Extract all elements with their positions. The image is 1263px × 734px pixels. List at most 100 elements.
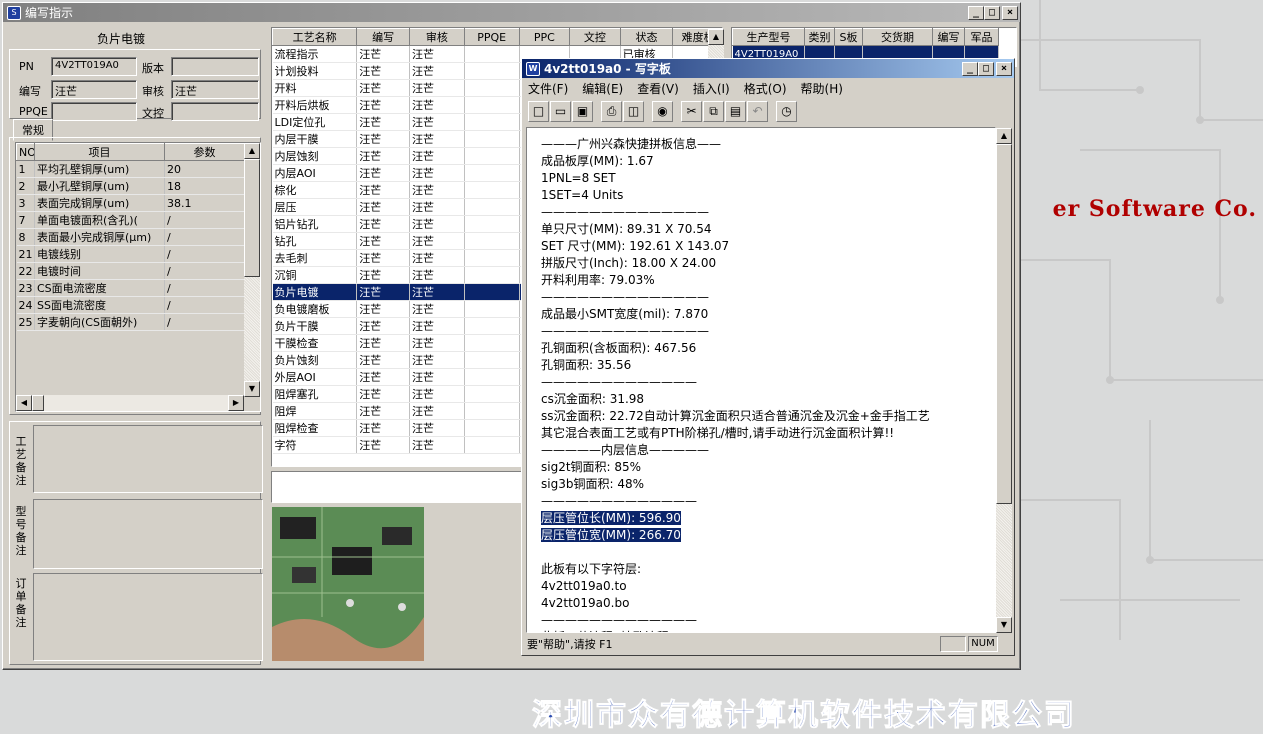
param-value[interactable]: /: [164, 296, 245, 314]
process-author[interactable]: 汪芒: [356, 113, 410, 131]
wordpad-menu-item[interactable]: 编辑(E): [582, 80, 623, 97]
process-reviewer[interactable]: 汪芒: [409, 198, 465, 216]
cut-icon[interactable]: ✂: [681, 100, 702, 122]
col-value[interactable]: 参数: [164, 143, 245, 161]
process-empty-cell[interactable]: [464, 45, 520, 63]
process-empty-cell[interactable]: [464, 147, 520, 165]
process-author[interactable]: 汪芒: [356, 147, 410, 165]
param-item[interactable]: 表面完成铜厚(um): [34, 194, 165, 212]
order-col-header[interactable]: 编写: [932, 28, 965, 46]
order-col-header[interactable]: 类别: [804, 28, 835, 46]
process-empty-cell[interactable]: [464, 164, 520, 182]
ppqe-field[interactable]: [51, 102, 137, 121]
process-name[interactable]: 内层干膜: [272, 130, 358, 148]
print-icon[interactable]: ⎙: [601, 100, 622, 122]
wordpad-menu-item[interactable]: 文件(F): [528, 80, 568, 97]
param-value[interactable]: 20: [164, 160, 245, 178]
process-name[interactable]: 层压: [272, 198, 358, 216]
process-name[interactable]: 负片电镀: [272, 283, 358, 301]
process-author[interactable]: 汪芒: [356, 215, 410, 233]
param-no[interactable]: 3: [16, 194, 35, 212]
process-note-input[interactable]: [271, 471, 525, 503]
wordpad-menu-item[interactable]: 插入(I): [693, 80, 730, 97]
main-titlebar[interactable]: S 编写指示 _ □ ×: [3, 3, 1020, 22]
order-col-header[interactable]: 军品: [964, 28, 999, 46]
param-value[interactable]: 38.1: [164, 194, 245, 212]
param-value[interactable]: /: [164, 245, 245, 263]
param-no[interactable]: 22: [16, 262, 35, 280]
param-value[interactable]: 18: [164, 177, 245, 195]
process-reviewer[interactable]: 汪芒: [409, 181, 465, 199]
process-name[interactable]: 内层蚀刻: [272, 147, 358, 165]
process-reviewer[interactable]: 汪芒: [409, 232, 465, 250]
scroll-thumb[interactable]: [244, 159, 260, 277]
wordpad-close-button[interactable]: ×: [996, 61, 1012, 76]
minimize-button[interactable]: _: [968, 5, 984, 20]
param-value[interactable]: /: [164, 228, 245, 246]
process-name[interactable]: 沉铜: [272, 266, 358, 284]
scroll-down-icon[interactable]: ▼: [996, 617, 1012, 633]
param-no[interactable]: 2: [16, 177, 35, 195]
wordpad-menu-item[interactable]: 格式(O): [744, 80, 787, 97]
process-empty-cell[interactable]: [464, 96, 520, 114]
scroll-right-icon[interactable]: ▶: [228, 395, 244, 411]
process-reviewer[interactable]: 汪芒: [409, 300, 465, 318]
wordpad-menu-item[interactable]: 帮助(H): [801, 80, 843, 97]
process-reviewer[interactable]: 汪芒: [409, 164, 465, 182]
params-vscroll[interactable]: ▲ ▼: [244, 143, 260, 397]
process-name[interactable]: LDI定位孔: [272, 113, 358, 131]
process-name[interactable]: 棕化: [272, 181, 358, 199]
order-col-header[interactable]: 生产型号: [732, 28, 805, 46]
new-icon[interactable]: □: [528, 100, 549, 122]
process-reviewer[interactable]: 汪芒: [409, 249, 465, 267]
process-author[interactable]: 汪芒: [356, 62, 410, 80]
process-author[interactable]: 汪芒: [356, 385, 410, 403]
process-author[interactable]: 汪芒: [356, 419, 410, 437]
param-item[interactable]: 字麦朝向(CS面朝外): [34, 313, 165, 331]
process-reviewer[interactable]: 汪芒: [409, 419, 465, 437]
process-reviewer[interactable]: 汪芒: [409, 266, 465, 284]
process-author[interactable]: 汪芒: [356, 334, 410, 352]
process-name[interactable]: 阻焊塞孔: [272, 385, 358, 403]
col-no[interactable]: NO: [16, 143, 35, 161]
process-empty-cell[interactable]: [464, 402, 520, 420]
process-author[interactable]: 汪芒: [356, 436, 410, 454]
author-field[interactable]: 汪芒: [51, 80, 137, 99]
wordpad-menu-item[interactable]: 查看(V): [637, 80, 679, 97]
wordpad-vscroll[interactable]: ▲ ▼: [996, 128, 1012, 633]
paste-icon[interactable]: ▤: [725, 100, 746, 122]
process-name[interactable]: 字符: [272, 436, 358, 454]
process-empty-cell[interactable]: [464, 215, 520, 233]
param-row[interactable]: 8 表面最小完成铜厚(μm) /: [16, 228, 245, 246]
process-reviewer[interactable]: 汪芒: [409, 351, 465, 369]
process-author[interactable]: 汪芒: [356, 351, 410, 369]
process-name[interactable]: 负电镀磨板: [272, 300, 358, 318]
process-reviewer[interactable]: 汪芒: [409, 130, 465, 148]
process-reviewer[interactable]: 汪芒: [409, 45, 465, 63]
param-row[interactable]: 3 表面完成铜厚(um) 38.1: [16, 194, 245, 212]
process-author[interactable]: 汪芒: [356, 266, 410, 284]
process-author[interactable]: 汪芒: [356, 232, 410, 250]
param-item[interactable]: 表面最小完成铜厚(μm): [34, 228, 165, 246]
process-empty-cell[interactable]: [464, 385, 520, 403]
scroll-up-icon[interactable]: ▲: [244, 143, 260, 159]
process-reviewer[interactable]: 汪芒: [409, 113, 465, 131]
order-col-header[interactable]: 交货期: [862, 28, 933, 46]
process-author[interactable]: 汪芒: [356, 96, 410, 114]
process-author[interactable]: 汪芒: [356, 45, 410, 63]
scroll-left-icon[interactable]: ◀: [16, 395, 32, 411]
process-reviewer[interactable]: 汪芒: [409, 436, 465, 454]
process-name[interactable]: 阻焊检查: [272, 419, 358, 437]
process-name[interactable]: 负片干膜: [272, 317, 358, 335]
scroll-up-icon[interactable]: ▲: [708, 29, 724, 45]
process-empty-cell[interactable]: [464, 300, 520, 318]
param-item[interactable]: CS面电流密度: [34, 279, 165, 297]
process-empty-cell[interactable]: [464, 113, 520, 131]
process-reviewer[interactable]: 汪芒: [409, 402, 465, 420]
process-empty-cell[interactable]: [464, 198, 520, 216]
process-author[interactable]: 汪芒: [356, 283, 410, 301]
process-name[interactable]: 开料: [272, 79, 358, 97]
find-icon[interactable]: ◉: [652, 100, 673, 122]
process-reviewer[interactable]: 汪芒: [409, 96, 465, 114]
order-col-header[interactable]: S板: [834, 28, 863, 46]
